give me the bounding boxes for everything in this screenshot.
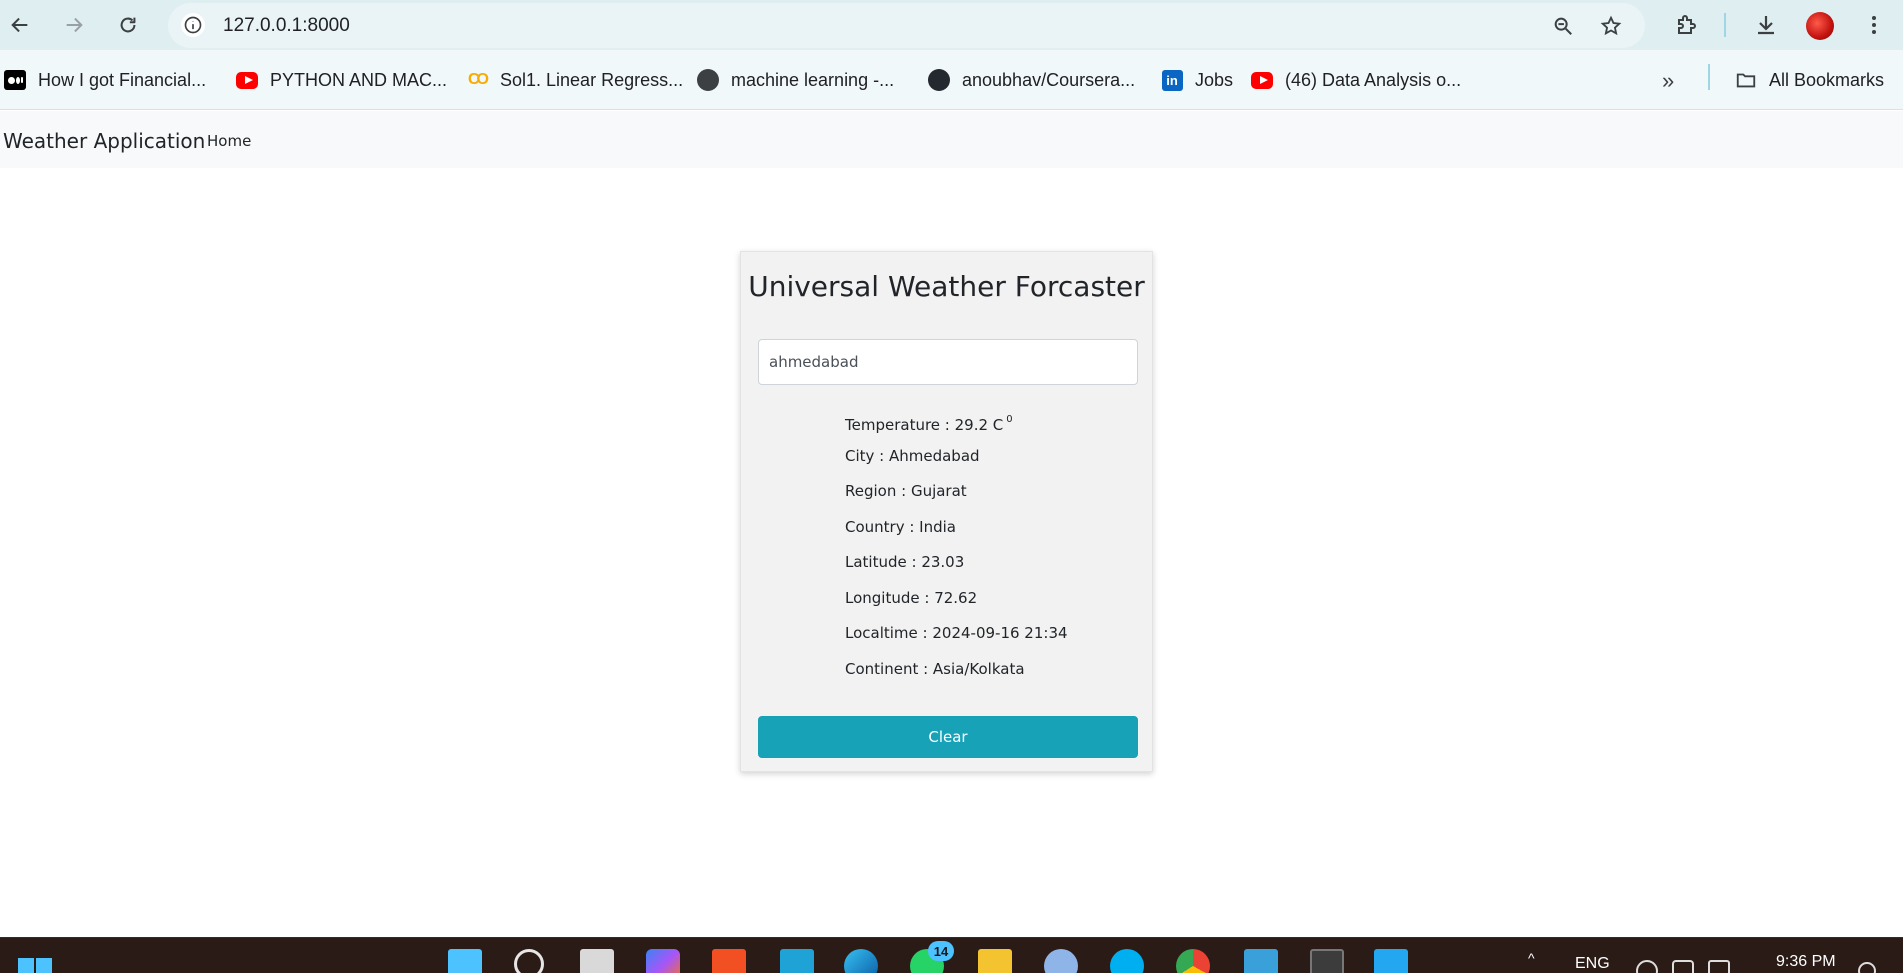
localtime-row: Localtime : 2024-09-16 21:34	[845, 624, 1068, 642]
browser-menu-icon[interactable]	[1856, 7, 1892, 43]
reload-button[interactable]	[110, 7, 146, 43]
copilot-icon[interactable]	[646, 949, 680, 973]
bookmarks-divider	[1708, 64, 1710, 90]
back-button[interactable]	[2, 7, 38, 43]
bookmark-item[interactable]: anoubhav/Coursera...	[928, 68, 1135, 92]
bookmark-label: How I got Financial...	[38, 69, 207, 90]
language-indicator[interactable]: ENG	[1575, 955, 1610, 973]
notifications-icon[interactable]	[1858, 962, 1876, 973]
youtube-icon	[236, 69, 258, 91]
github-icon	[928, 69, 950, 91]
bookmark-item[interactable]: in Jobs	[1161, 68, 1233, 92]
windows-start-icon[interactable]	[18, 958, 52, 973]
vscode-icon[interactable]	[1374, 949, 1408, 973]
all-bookmarks-button[interactable]: All Bookmarks	[1735, 68, 1884, 92]
bookmark-label: Jobs	[1195, 69, 1234, 90]
volume-icon[interactable]	[1672, 960, 1694, 973]
country-row: Country : India	[845, 517, 956, 536]
forward-button[interactable]	[56, 7, 92, 43]
bookmarks-bar: How I got Financial... PYTHON AND MAC...…	[0, 50, 1903, 110]
widgets-icon[interactable]	[448, 949, 482, 973]
card-title: Universal Weather Forcaster	[748, 270, 1145, 303]
notepad-icon[interactable]	[1244, 949, 1278, 973]
terminal-icon[interactable]	[1310, 949, 1344, 973]
file-explorer-icon[interactable]	[978, 949, 1012, 973]
address-bar[interactable]: 127.0.0.1:8000	[168, 3, 1645, 48]
downloads-icon[interactable]	[1748, 7, 1784, 43]
bookmark-label: machine learning -...	[731, 69, 895, 90]
nav-home-link[interactable]: Home	[207, 132, 251, 150]
extensions-icon[interactable]	[1668, 7, 1704, 43]
wifi-icon[interactable]	[1636, 960, 1658, 973]
degree-superscript: 0	[1006, 414, 1013, 425]
battery-icon[interactable]	[1708, 960, 1730, 973]
navbar-brand[interactable]: Weather Application	[3, 129, 205, 153]
bookmark-label: anoubhav/Coursera...	[962, 69, 1136, 90]
search-icon[interactable]	[514, 949, 544, 973]
temperature-text: Temperature : 29.2 C	[845, 416, 1004, 434]
bookmark-item[interactable]: CO Sol1. Linear Regress...	[466, 68, 683, 92]
city-search-input[interactable]	[758, 339, 1138, 385]
linkedin-icon: in	[1161, 69, 1183, 91]
chrome-icon[interactable]	[1176, 949, 1210, 973]
url-text[interactable]: 127.0.0.1:8000	[223, 15, 350, 37]
all-bookmarks-label: All Bookmarks	[1769, 69, 1885, 90]
bookmarks-overflow-icon[interactable]: »	[1662, 68, 1674, 94]
weather-card: Universal Weather Forcaster Temperature …	[740, 251, 1153, 772]
forward-arrow-icon	[66, 17, 83, 33]
latitude-row: Latitude : 23.03	[845, 553, 965, 571]
back-arrow-icon	[11, 17, 28, 33]
browser-toolbar: 127.0.0.1:8000	[0, 0, 1903, 50]
clear-button[interactable]: Clear	[758, 716, 1138, 758]
bookmark-label: PYTHON AND MAC...	[270, 69, 448, 90]
whatsapp-badge: 14	[928, 941, 954, 961]
bookmark-item[interactable]: (46) Data Analysis o...	[1251, 68, 1461, 92]
zoom-icon[interactable]	[1548, 11, 1578, 41]
clock-time[interactable]: 9:36 PM	[1776, 953, 1836, 971]
tray-chevron-icon[interactable]: ^	[1528, 950, 1535, 966]
folder-icon	[1735, 69, 1757, 91]
bookmark-label: (46) Data Analysis o...	[1285, 69, 1462, 90]
globe-icon	[697, 69, 719, 91]
profile-app-icon[interactable]	[1044, 949, 1078, 973]
store-icon[interactable]	[712, 949, 746, 973]
os-taskbar: 14 ^ ENG 9:36 PM	[0, 937, 1903, 973]
colab-icon: CO	[468, 71, 489, 88]
region-row: Region : Gujarat	[845, 482, 967, 500]
task-view-icon[interactable]	[580, 949, 614, 973]
skype-icon[interactable]	[1110, 949, 1144, 973]
bookmark-item[interactable]: PYTHON AND MAC...	[236, 68, 447, 92]
bookmark-star-icon[interactable]	[1596, 11, 1626, 41]
medium-icon	[4, 69, 26, 91]
youtube-icon	[1251, 69, 1273, 91]
weather-info-list: Temperature : 29.2 C0 City : Ahmedabad R…	[845, 410, 1068, 694]
app-icon[interactable]	[780, 949, 814, 973]
continent-row: Continent : Asia/Kolkata	[845, 659, 1025, 678]
city-row: City : Ahmedabad	[845, 446, 980, 465]
edge-icon[interactable]	[844, 949, 878, 973]
profile-avatar[interactable]	[1806, 12, 1834, 40]
site-info-icon[interactable]	[181, 13, 205, 37]
bookmark-label: Sol1. Linear Regress...	[500, 69, 684, 90]
app-navbar: Weather Application Home	[0, 111, 1903, 168]
longitude-row: Longitude : 72.62	[845, 588, 978, 607]
bookmark-item[interactable]: machine learning -...	[697, 68, 894, 92]
temperature-row: Temperature : 29.2 C0	[845, 410, 1068, 446]
bookmark-item[interactable]: How I got Financial...	[4, 68, 206, 92]
toolbar-divider	[1724, 13, 1726, 37]
reload-icon	[120, 17, 136, 33]
